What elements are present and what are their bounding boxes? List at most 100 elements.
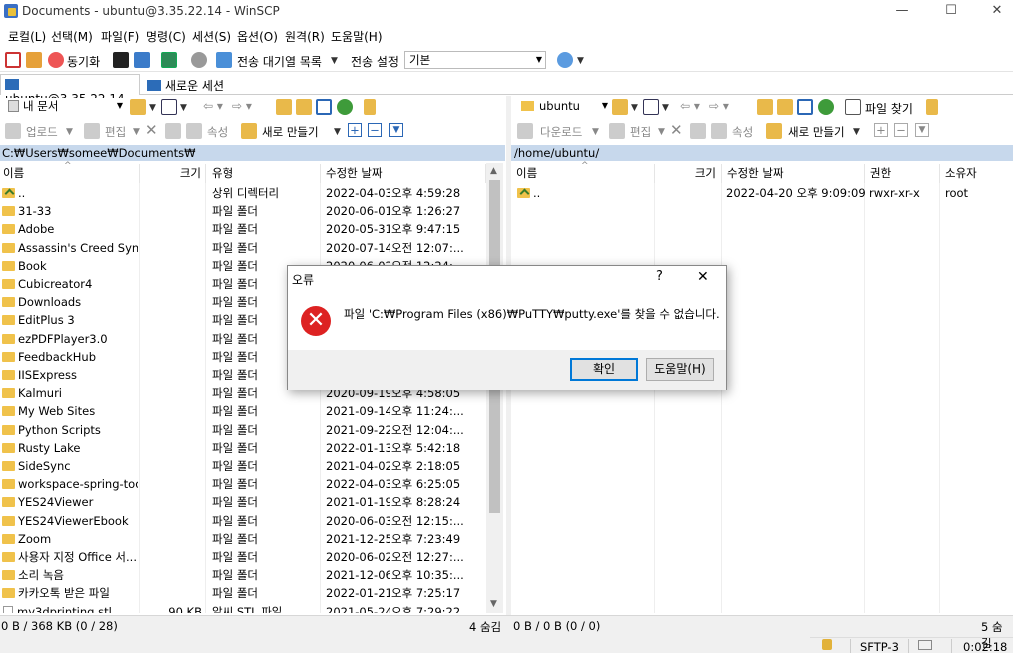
help-question-button[interactable]: ? — [656, 269, 663, 284]
right-col-size[interactable]: 크기 — [655, 164, 722, 183]
download-icon[interactable] — [517, 123, 533, 139]
putty-icon[interactable] — [134, 52, 150, 68]
tree-icon[interactable] — [926, 99, 938, 115]
sync-icon[interactable] — [48, 52, 64, 68]
table-row[interactable]: YES24ViewerEbook 파일 폴더 2020-06-03 오전 12:15:… — [0, 512, 486, 530]
right-col-modified[interactable]: 수정한 날짜 — [722, 164, 865, 183]
table-row[interactable]: 31-33 파일 폴더 2020-06-01 오후 1:26:27 — [0, 202, 486, 220]
menu-remote[interactable]: 원격(R) — [285, 28, 325, 45]
queue-label[interactable]: 전송 대기열 목록 — [237, 53, 322, 70]
table-row[interactable]: YES24Viewer 파일 폴더 2021-01-19 오후 8:28:24 — [0, 493, 486, 511]
chevron-down-icon[interactable]: ▼ — [631, 103, 638, 113]
chevron-down-icon[interactable]: ▼ — [853, 127, 860, 137]
compare-icon[interactable] — [5, 52, 21, 68]
root-folder-icon[interactable] — [296, 99, 312, 115]
upload-button[interactable]: 업로드 — [26, 124, 58, 140]
new-button[interactable]: 새로 만들기 — [262, 124, 319, 140]
transfer-settings-select[interactable]: 기본 ▼ — [404, 51, 546, 69]
forward-icon[interactable]: ⇨ ▾ — [232, 99, 252, 113]
chevron-down-icon[interactable]: ▼ — [66, 127, 73, 137]
synchronize-browse-icon[interactable] — [26, 52, 42, 68]
delete-icon[interactable]: ✕ — [145, 121, 158, 139]
deselect-icon[interactable]: − — [894, 123, 908, 137]
chevron-down-icon[interactable]: ▼ — [658, 127, 665, 137]
properties-button[interactable]: 속성 — [732, 124, 753, 140]
home-icon[interactable] — [797, 99, 813, 115]
close-button[interactable]: ✕ — [974, 0, 1013, 24]
table-row[interactable]: .. 상위 디렉터리 2022-04-03 오후 4:59:28 — [0, 184, 486, 202]
left-path-bar[interactable]: C:₩Users₩somee₩Documents₩ — [0, 145, 505, 161]
help-button[interactable]: 도움말(H) — [646, 358, 714, 381]
filter-icon[interactable] — [643, 99, 659, 115]
chevron-down-icon[interactable]: ▼ — [490, 599, 497, 609]
left-location-select[interactable]: 내 문서 ▼ — [4, 98, 126, 116]
edit-button[interactable]: 편집 — [630, 124, 651, 140]
forward-icon[interactable]: ⇨ ▾ — [709, 99, 729, 113]
tab-session[interactable]: ubuntu@3.35.22.14 ✕ — [0, 74, 140, 120]
table-row[interactable]: Rusty Lake 파일 폴더 2022-01-13 오후 5:42:18 — [0, 439, 486, 457]
right-path-bar[interactable]: /home/ubuntu/ — [511, 145, 1013, 161]
menu-command[interactable]: 명령(C) — [146, 28, 186, 45]
edit-icon[interactable] — [609, 123, 625, 139]
edit-button[interactable]: 편집 — [105, 124, 126, 140]
table-row[interactable]: .. 2022-04-20 오후 9:09:09 rwxr-xr-x root — [511, 184, 1013, 202]
find-icon[interactable] — [845, 99, 861, 115]
properties-button[interactable]: 속성 — [207, 124, 228, 140]
console-icon[interactable] — [113, 52, 129, 68]
chevron-down-icon[interactable]: ▼ — [577, 56, 584, 66]
tree-icon[interactable] — [364, 99, 376, 115]
chevron-down-icon[interactable]: ▼ — [149, 103, 156, 113]
select-all-icon[interactable]: + — [874, 123, 888, 137]
open-folder-icon[interactable] — [130, 99, 146, 115]
table-row[interactable]: Zoom 파일 폴더 2021-12-25 오후 7:23:49 — [0, 530, 486, 548]
menu-options[interactable]: 옵션(O) — [237, 28, 278, 45]
menu-session[interactable]: 세션(S) — [192, 28, 231, 45]
left-col-size[interactable]: 크기 — [140, 164, 206, 183]
invert-selection-icon[interactable]: ▼ — [389, 123, 403, 137]
right-location-select[interactable]: ubuntu ▼ — [517, 98, 611, 116]
chevron-down-icon[interactable]: ▼ — [180, 103, 187, 113]
chevron-down-icon[interactable]: ▼ — [334, 127, 341, 137]
left-col-modified[interactable]: 수정한 날짜 — [321, 164, 486, 183]
tab-new-session[interactable]: 새로운 세션 — [143, 74, 233, 95]
left-col-type[interactable]: 유형 — [206, 164, 321, 183]
upload-icon[interactable] — [5, 123, 21, 139]
menu-select[interactable]: 선택(M) — [51, 28, 93, 45]
back-icon[interactable]: ⇦ ▾ — [680, 99, 700, 113]
table-row[interactable]: 사용자 지정 Office 서... 파일 폴더 2020-06-02 오전 12:2… — [0, 548, 486, 566]
menu-local[interactable]: 로컬(L) — [8, 28, 46, 45]
filter-icon[interactable] — [161, 99, 177, 115]
parent-folder-icon[interactable] — [276, 99, 292, 115]
new-button[interactable]: 새로 만들기 — [788, 124, 845, 140]
properties-icon[interactable] — [186, 123, 202, 139]
sync-label[interactable]: 동기화 — [67, 53, 100, 70]
select-all-icon[interactable]: + — [348, 123, 362, 137]
table-row[interactable]: SideSync 파일 폴더 2021-04-02 오후 2:18:05 — [0, 457, 486, 475]
dialog-close-button[interactable]: ✕ — [697, 269, 709, 285]
right-col-rights[interactable]: 권한 — [865, 164, 940, 183]
table-row[interactable]: workspace-spring-too... 파일 폴더 2022-04-03오후… — [0, 475, 486, 493]
table-row[interactable]: 카카오톡 받은 파일 파일 폴더 2022-01-21 오후 7:25:17 — [0, 584, 486, 602]
rename-icon[interactable] — [690, 123, 706, 139]
minimize-button[interactable]: — — [879, 0, 925, 24]
chevron-down-icon[interactable]: ▼ — [133, 127, 140, 137]
download-button[interactable]: 다운로드 — [540, 124, 582, 140]
new-folder-icon[interactable] — [766, 123, 782, 139]
home-icon[interactable] — [316, 99, 332, 115]
gear-icon[interactable] — [191, 52, 207, 68]
edit-icon[interactable] — [84, 123, 100, 139]
table-row[interactable]: My Web Sites 파일 폴더 2021-09-14 오후 11:24:... — [0, 402, 486, 420]
table-row[interactable]: 소리 녹음 파일 폴더 2021-12-06 오후 10:35:... — [0, 566, 486, 584]
table-row[interactable]: Assassin's Creed Synd... 파일 폴더 2020-07-14오… — [0, 239, 486, 257]
chevron-down-icon[interactable]: ▼ — [331, 56, 338, 66]
delete-icon[interactable]: ✕ — [670, 121, 683, 139]
right-file-list[interactable]: .. 2022-04-20 오후 9:09:09 rwxr-xr-x root — [511, 183, 1013, 613]
left-file-list[interactable]: .. 상위 디렉터리 2022-04-03 오후 4:59:28 31-33 파일 폴더 2… — [0, 183, 486, 613]
root-folder-icon[interactable] — [777, 99, 793, 115]
globe-icon[interactable] — [557, 52, 573, 68]
table-row[interactable]: Python Scripts 파일 폴더 2021-09-22 오전 12:04:..… — [0, 421, 486, 439]
new-folder-icon[interactable] — [241, 123, 257, 139]
parent-folder-icon[interactable] — [757, 99, 773, 115]
chevron-down-icon[interactable]: ▼ — [592, 127, 599, 137]
invert-selection-icon[interactable]: ▼ — [915, 123, 929, 137]
